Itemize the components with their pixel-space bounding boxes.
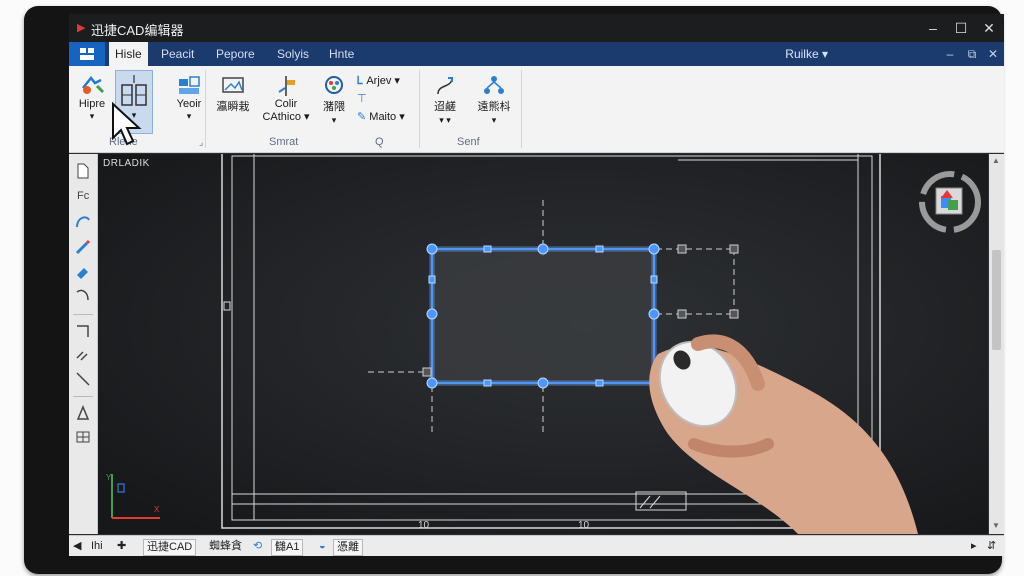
ribbon-minimize-icon[interactable]: –	[939, 42, 961, 66]
app-menu-icon[interactable]	[69, 42, 105, 66]
route-label: 迢鹺	[434, 101, 456, 113]
tablet-frame: ▶ 迅捷CAD编辑器 – ☐ ✕ Hisle Peacit Pepore Sol…	[24, 6, 1004, 574]
ribbon-separator	[521, 70, 522, 148]
eraser-icon[interactable]	[74, 262, 92, 280]
maito-button[interactable]: ✎ Maito ▾	[357, 110, 413, 123]
left-toolbar: Fc	[69, 154, 98, 534]
colir-label: Colir	[274, 98, 298, 110]
tab-solyis[interactable]: Solyis	[277, 42, 309, 66]
statusbar-settings-icon[interactable]: ⇵	[987, 539, 996, 554]
scroll-up-icon[interactable]: ▲	[992, 156, 1000, 165]
align-icon	[278, 76, 295, 96]
hipre-label: Hipre	[78, 98, 106, 110]
layer-icon	[179, 76, 200, 94]
palette-icon	[325, 76, 343, 94]
status-item-3[interactable]: 讎A1	[271, 539, 304, 556]
cad-logo-icon: ▶	[77, 22, 86, 34]
properties-icon[interactable]: Fc	[74, 186, 92, 204]
svg-text:Fc: Fc	[77, 190, 90, 202]
selected-rectangle[interactable]	[429, 246, 657, 386]
palette-label: 潴隈	[323, 101, 345, 113]
hatch-tool-icon[interactable]	[74, 346, 92, 364]
cathico-label: CAthico ▾	[262, 111, 310, 123]
scrollbar-thumb[interactable]	[992, 250, 1001, 350]
hipre-button[interactable]: Hipre ▾	[73, 74, 111, 122]
corner-tool-icon[interactable]	[74, 322, 92, 340]
tick-label: 10	[418, 520, 430, 531]
image-icon	[222, 77, 244, 93]
svg-text:Y: Y	[106, 473, 112, 482]
profile-menu[interactable]: Ruilke ▾	[785, 42, 828, 66]
colir-button[interactable]: Colir CAthico ▾	[259, 74, 313, 123]
app-window: ▶ 迅捷CAD编辑器 – ☐ ✕ Hisle Peacit Pepore Sol…	[69, 14, 1004, 556]
share-button[interactable]: 遠熊枓 ▾	[471, 74, 517, 126]
share-icon	[484, 76, 504, 94]
tab-peacit[interactable]: Peacit	[161, 42, 194, 66]
status-item-4[interactable]: 憑離	[333, 539, 363, 556]
ribbon-close-icon[interactable]: ✕	[982, 42, 1004, 66]
statusbar-menu-icon[interactable]: ▸	[971, 539, 977, 554]
image-tool-button[interactable]: 瀛瞬栽	[211, 74, 255, 114]
snap-icon[interactable]: ⟲	[253, 539, 262, 554]
scroll-down-icon[interactable]: ▼	[992, 521, 1000, 530]
status-item-2[interactable]: 蜘蜂貪	[209, 539, 242, 554]
tab-hnte[interactable]: Hnte	[329, 42, 354, 66]
group-label-q: Q	[375, 136, 384, 148]
measure-tool-icon[interactable]	[74, 404, 92, 422]
ribbon: Hipre ▾ ▾ Yeoir ▾ 瀛瞬栽 Colir CAthico ▾ 潴隈…	[69, 66, 1004, 153]
yeoir-button[interactable]: Yeoir ▾	[169, 74, 209, 122]
tab-pepore[interactable]: Pepore	[216, 42, 255, 66]
toolbar-separator	[73, 314, 93, 315]
maito-label: Maito ▾	[369, 111, 405, 123]
curve-tool-icon[interactable]	[74, 286, 92, 304]
route-button[interactable]: 迢鹺 ▾ ▾	[425, 74, 465, 126]
vertical-scrollbar[interactable]: ▲ ▼	[989, 154, 1004, 534]
ribbon-tab-row: Hisle Peacit Pepore Solyis Hnte Ruilke ▾…	[69, 42, 1004, 66]
ribbon-separator	[205, 70, 206, 148]
drawing-surface: Y X 10 10	[98, 154, 988, 534]
arc-tool-icon[interactable]	[74, 212, 92, 230]
ribbon-separator	[419, 70, 420, 148]
status-bar: ◀ Ihi ✚ 迅捷CAD 蜘蜂貪 ⟲ 讎A1 ◒ 憑離 ▸ ⇵	[69, 535, 1004, 556]
text-icon: Ꮮ	[357, 75, 364, 87]
line-tool-icon[interactable]	[74, 370, 92, 388]
image-tool-label: 瀛瞬栽	[216, 101, 250, 113]
stroke-tool-button[interactable]: ⊤	[357, 92, 377, 105]
tick-label: 10	[578, 520, 590, 531]
pencil-icon[interactable]	[74, 238, 92, 256]
add-layout-icon[interactable]: ✚	[117, 539, 126, 554]
table-tool-icon[interactable]	[74, 428, 92, 446]
arjev-label: Arjev ▾	[366, 75, 400, 87]
svg-text:X: X	[154, 505, 160, 514]
status-item-ihi[interactable]: Ihi	[91, 539, 103, 554]
maximize-icon[interactable]: ☐	[947, 18, 975, 38]
mouse-pointer-icon	[112, 102, 142, 146]
palette-button[interactable]: 潴隈 ▾	[317, 74, 351, 126]
ribbon-restore-icon[interactable]: ⧉	[961, 42, 983, 66]
arjev-button[interactable]: Ꮮ Arjev ▾	[357, 74, 413, 88]
drawing-canvas[interactable]: Y X 10 10 DRLADIK	[98, 154, 988, 534]
share-label: 遠熊枓	[477, 101, 511, 113]
move-icon	[82, 75, 105, 94]
tab-hisle[interactable]: Hisle	[109, 42, 148, 66]
prev-layout-icon[interactable]: ◀	[73, 539, 81, 554]
yeoir-label: Yeoir	[176, 98, 202, 110]
group-label-senf: Senf	[457, 136, 480, 148]
title-bar: ▶ 迅捷CAD编辑器 – ☐ ✕	[69, 14, 1004, 42]
close-icon[interactable]: ✕	[975, 18, 1003, 38]
grid-icon[interactable]: ◒	[319, 539, 326, 554]
status-item-app[interactable]: 迅捷CAD	[143, 539, 197, 556]
group-label-smrat: Smrat	[269, 136, 299, 148]
route-icon	[437, 77, 453, 95]
window-title: 迅捷CAD编辑器	[91, 23, 184, 38]
minimize-icon[interactable]: –	[919, 18, 947, 38]
stroke-icon: ⊤	[357, 93, 367, 105]
drawing-name: DRLADIK	[103, 158, 150, 169]
select-icon[interactable]	[74, 162, 92, 180]
dialog-launcher-icon[interactable]: ⌟	[199, 137, 203, 148]
toolbar-separator	[73, 396, 93, 397]
pen-icon: ✎	[357, 111, 367, 123]
